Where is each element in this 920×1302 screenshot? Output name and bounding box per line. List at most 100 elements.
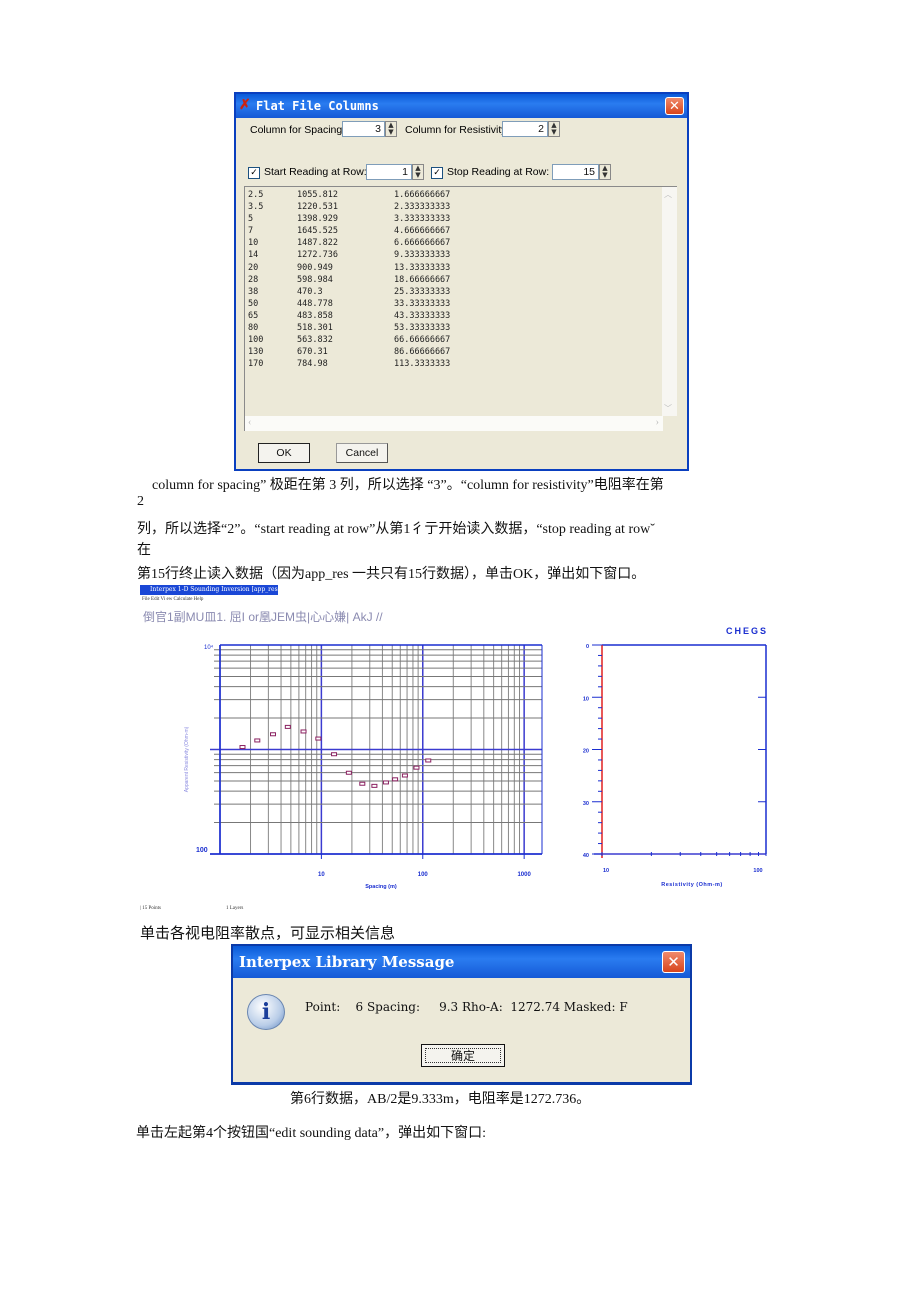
x-tick-label: 100 [418, 872, 429, 878]
data-cell: 470.3 [297, 286, 323, 297]
column-for-spacing-spinner[interactable]: ▲ ▼ [385, 121, 397, 137]
data-point [331, 752, 338, 757]
scroll-right-arrow[interactable]: › [656, 417, 659, 428]
y-tick-label-bottom: 100 [196, 847, 208, 854]
interpex-toolbar[interactable]: 倒官1副MU皿1. 屈I or凰JEM虫|心心嫌| AkJ // [143, 608, 383, 625]
x-tick-label: 10 [603, 868, 609, 874]
data-cell: 20 [248, 262, 259, 273]
close-icon: ✕ [667, 953, 680, 971]
data-cell: 1272.736 [297, 250, 338, 261]
data-point [345, 770, 352, 775]
stop-reading-checkbox[interactable]: ✓ [431, 167, 443, 179]
data-cell: 518.301 [297, 323, 333, 334]
data-point [284, 724, 291, 729]
stop-reading-input[interactable]: 15 [552, 164, 599, 180]
cancel-button[interactable]: Cancel [336, 443, 388, 463]
stop-reading-label: Stop Reading at Row: [447, 166, 550, 178]
data-point [401, 773, 408, 778]
message-ok-label: 确定 [425, 1048, 501, 1063]
column-for-resistivity-input[interactable]: 2 [502, 121, 548, 137]
column-for-spacing-input[interactable]: 3 [342, 121, 385, 137]
data-cell: 4.666666667 [394, 226, 451, 237]
data-point [371, 783, 378, 788]
paragraph-line-3: 第15行终止读入数据（因为app_res 一共只有15行数据），单击OK，弹出如… [137, 567, 646, 582]
layer-model-chart: 0 10 20 30 40 10 100 Resistivity (Ohm-m) [583, 644, 767, 888]
data-cell: 670.31 [297, 347, 328, 358]
data-cell: 25.33333333 [394, 286, 451, 297]
data-cell: 65 [248, 310, 259, 321]
status-points: | 15 Points [140, 906, 162, 911]
y-tick-label: 10 [583, 696, 589, 702]
interpex-menu-bar[interactable]: File Edit Vi ew Calculate Help [142, 597, 203, 602]
horizontal-scrollbar[interactable]: ‹ › [245, 416, 663, 431]
close-button[interactable]: ✕ [665, 97, 684, 115]
message-ok-button[interactable]: 确定 [421, 1044, 505, 1067]
app-icon: ✗ [239, 97, 251, 113]
y-axis-label: Apparent Resistivity (Ohm-m) [184, 726, 190, 792]
data-cell: 43.33333333 [394, 310, 451, 321]
data-point [315, 736, 322, 741]
data-cell: 448.778 [297, 298, 333, 309]
scroll-down-arrow[interactable]: ﹀ [664, 403, 672, 414]
scroll-left-arrow[interactable]: ‹ [248, 417, 251, 428]
vertical-scrollbar[interactable]: ︿ ﹀ [662, 187, 677, 416]
data-point [392, 777, 399, 782]
interpex-message-dialog: Interpex Library Message ✕ i Point: 6 Sp… [231, 944, 692, 1085]
paragraph-line-1b: 2 [137, 494, 144, 509]
data-cell: 2.333333333 [394, 202, 451, 213]
message-close-button[interactable]: ✕ [662, 951, 685, 973]
x-tick-label: 1000 [517, 872, 531, 878]
interpex-title-bar[interactable]: Interpex 1-D Sounding Inversion [app_res… [140, 585, 278, 595]
interpex-title: Interpex 1-D Sounding Inversion [app_res… [150, 586, 278, 593]
data-cell: 28 [248, 274, 259, 285]
data-cell: 130 [248, 347, 264, 358]
data-point [359, 781, 366, 786]
paragraph-3: 单击左起第4个按钮国“edit sounding data”，弹出如下窗口: [136, 1126, 486, 1141]
data-point [300, 729, 307, 734]
data-cell: 2.5 [248, 190, 264, 200]
data-cell: 86.66666667 [394, 347, 451, 358]
data-cell: 1398.929 [297, 214, 338, 225]
start-reading-spinner[interactable]: ▲ ▼ [412, 164, 424, 180]
message-title-bar[interactable]: Interpex Library Message [233, 946, 690, 978]
data-cell: 100 [248, 335, 264, 346]
data-cell: 113.3333333 [394, 359, 451, 370]
x-tick-label: 10 [318, 872, 325, 878]
data-cell: 33.33333333 [394, 298, 451, 309]
message-text: Point: 6 Spacing: 9.3 Rho-A: 1272.74 Mas… [305, 1000, 628, 1014]
start-reading-input[interactable]: 1 [366, 164, 412, 180]
ok-button[interactable]: OK [258, 443, 310, 463]
start-reading-checkbox[interactable]: ✓ [248, 167, 260, 179]
stop-reading-spinner[interactable]: ▲ ▼ [599, 164, 611, 180]
data-cell: 6.666666667 [394, 238, 451, 249]
data-cell: 66.66666667 [394, 335, 451, 346]
data-cell: 1487.822 [297, 238, 338, 249]
data-cell: 784.98 [297, 359, 328, 370]
x-axis-label: Spacing (m) [365, 884, 397, 890]
data-cell: 18.66666667 [394, 274, 451, 285]
dialog-title: Flat File Columns [256, 99, 379, 113]
column-for-resistivity-spinner[interactable]: ▲ ▼ [548, 121, 560, 137]
data-cell: 1645.525 [297, 226, 338, 237]
y-tick-label: 40 [583, 853, 589, 859]
y-tick-label-top: 10⁴ [204, 644, 214, 651]
paragraph-line-2: 列，所以选择“2”。“start reading at row”从第1彳亍开始读… [137, 522, 655, 537]
y-tick-label: 30 [583, 801, 589, 807]
column-for-spacing-label: Column for Spacing: [250, 124, 346, 136]
dialog-title-bar[interactable]: ✗ Flat File Columns [236, 94, 687, 118]
data-preview-list[interactable]: 2.5 1055.812 1.666666667 3.5 1220.531 2.33333… [244, 186, 677, 431]
column-for-resistivity-label: Column for Resistivity: [405, 124, 510, 136]
y-tick-label: 20 [583, 749, 589, 755]
data-point [270, 732, 277, 737]
data-cell: 1055.812 [297, 190, 338, 200]
paragraph-line-2b: 在 [137, 543, 151, 558]
data-point [239, 745, 246, 750]
start-reading-label: Start Reading at Row: [264, 166, 367, 178]
x-axis-label: Resistivity (Ohm-m) [661, 882, 722, 888]
data-cell: 38 [248, 286, 259, 297]
x-tick-label: 100 [753, 868, 762, 874]
data-cell: 10 [248, 238, 259, 249]
data-cell: 3.333333333 [394, 214, 451, 225]
scroll-up-arrow[interactable]: ︿ [664, 189, 672, 200]
data-cell: 14 [248, 250, 259, 261]
